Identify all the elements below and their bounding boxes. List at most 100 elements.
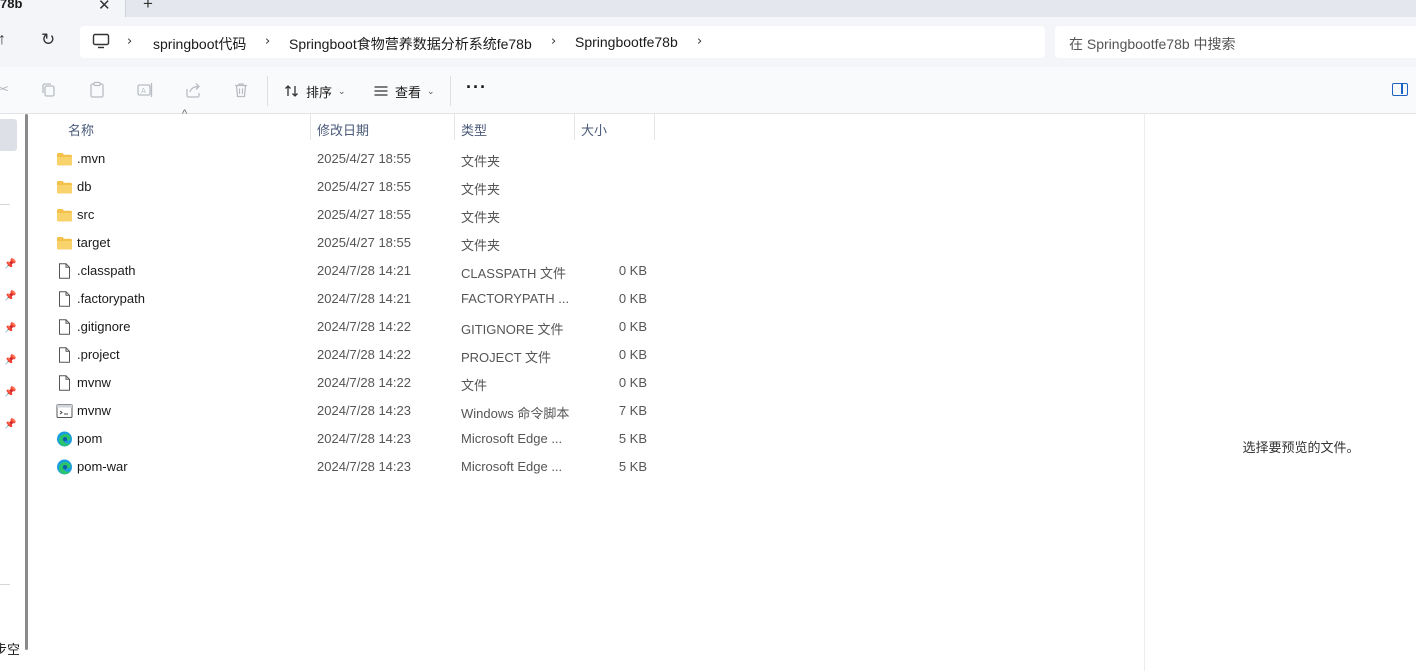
file-size: 0 KB	[618, 291, 647, 306]
breadcrumb-item-1[interactable]: Springboot食物营养数据分析系统fe78b	[289, 34, 532, 54]
command-bar: ✂ A 排序 ⌄ 查看 ⌄ ···	[0, 67, 1416, 114]
column-separator[interactable]	[574, 114, 575, 140]
breadcrumb-chevron-icon[interactable]: ›	[697, 34, 702, 49]
file-name: .project	[77, 347, 120, 362]
nav-divider	[0, 584, 10, 585]
search-placeholder: 在 Springbootfe78b 中搜索	[1069, 36, 1236, 52]
file-name: pom	[77, 431, 103, 446]
edge-html-icon	[56, 431, 73, 447]
file-size: 7 KB	[618, 403, 647, 418]
file-type: Windows 命令脚本	[461, 406, 570, 421]
paste-icon[interactable]	[88, 81, 106, 99]
column-separator[interactable]	[654, 114, 655, 140]
column-separator[interactable]	[454, 114, 455, 140]
file-size: 5 KB	[618, 459, 647, 474]
nav-item-label[interactable]: 步空	[0, 639, 20, 658]
tab-strip: 78b ✕ +	[0, 0, 1416, 17]
refresh-icon[interactable]: ↻	[41, 30, 55, 50]
file-type: CLASSPATH 文件	[461, 266, 566, 281]
toolbar-divider	[450, 76, 451, 106]
view-button[interactable]: 查看 ⌄	[373, 79, 435, 103]
file-row[interactable]: pom 2024/7/28 14:23 Microsoft Edge ... 5 KB	[52, 425, 656, 453]
cut-icon[interactable]: ✂	[0, 81, 12, 99]
file-name: .factorypath	[77, 291, 145, 306]
pin-icon[interactable]: 📌	[4, 291, 16, 302]
folder-icon	[56, 151, 73, 167]
nav-item-selected[interactable]	[0, 119, 17, 151]
file-row[interactable]: .factorypath 2024/7/28 14:21 FACTORYPATH .…	[52, 285, 656, 313]
nav-divider	[0, 204, 10, 205]
file-row[interactable]: .project 2024/7/28 14:22 PROJECT 文件 0 KB	[52, 341, 656, 369]
file-row[interactable]: .gitignore 2024/7/28 14:22 GITIGNORE 文件 0 K…	[52, 313, 656, 341]
pin-icon[interactable]: 📌	[4, 387, 16, 398]
address-row: ↑ ↻ › springboot代码 › Springboot食物营养数据分析系…	[0, 17, 1416, 67]
file-date: 2024/7/28 14:22	[317, 375, 411, 390]
pin-icon[interactable]: 📌	[4, 419, 16, 430]
file-date: 2025/4/27 18:55	[317, 151, 411, 166]
pin-icon[interactable]: 📌	[4, 323, 16, 334]
file-icon	[56, 263, 73, 279]
file-date: 2024/7/28 14:22	[317, 319, 411, 334]
file-type: Microsoft Edge ...	[461, 431, 563, 446]
file-size: 0 KB	[618, 319, 647, 334]
share-icon[interactable]	[184, 81, 202, 99]
file-icon	[56, 347, 73, 363]
search-input[interactable]: 在 Springbootfe78b 中搜索	[1055, 26, 1416, 58]
file-row[interactable]: mvnw 2024/7/28 14:23 Windows 命令脚本 7 KB	[52, 397, 656, 425]
copy-icon[interactable]	[40, 81, 58, 99]
nav-scrollbar[interactable]	[25, 114, 28, 650]
breadcrumb-chevron-icon[interactable]: ›	[551, 34, 556, 49]
breadcrumb-chevron-icon[interactable]: ›	[127, 34, 132, 49]
file-size: 0 KB	[618, 263, 647, 278]
file-icon	[56, 319, 73, 335]
more-options-button[interactable]: ···	[466, 77, 487, 98]
tab-title: 78b	[0, 0, 23, 11]
file-list: ^ 名称 修改日期 类型 大小 .mvn 2025/4/27 18:55 文件夹 db…	[36, 108, 1144, 671]
column-separator[interactable]	[310, 114, 311, 140]
file-icon	[56, 375, 73, 391]
column-header-type[interactable]: 类型	[461, 120, 487, 139]
delete-icon[interactable]	[232, 81, 250, 99]
tab-current[interactable]: 78b ✕	[0, 0, 126, 17]
close-icon[interactable]: ✕	[98, 0, 111, 14]
sort-label: 排序	[306, 84, 333, 100]
file-row[interactable]: target 2025/4/27 18:55 文件夹	[52, 229, 656, 257]
folder-icon	[56, 207, 73, 223]
pin-icon[interactable]: 📌	[4, 259, 16, 270]
file-row[interactable]: .classpath 2024/7/28 14:21 CLASSPATH 文件 0 K…	[52, 257, 656, 285]
folder-icon	[56, 179, 73, 195]
file-name: target	[77, 235, 111, 250]
breadcrumb-item-0[interactable]: springboot代码	[153, 34, 246, 54]
this-pc-icon[interactable]	[92, 33, 110, 49]
column-header-name[interactable]: 名称	[68, 120, 94, 139]
sort-button[interactable]: 排序 ⌄	[284, 79, 346, 103]
column-header-size[interactable]: 大小	[581, 120, 607, 139]
new-tab-icon[interactable]: +	[143, 0, 153, 14]
column-header-date[interactable]: 修改日期	[317, 120, 369, 139]
file-type: 文件夹	[461, 182, 501, 197]
file-type: 文件	[461, 378, 488, 393]
breadcrumb-item-2[interactable]: Springbootfe78b	[575, 34, 678, 50]
file-row[interactable]: db 2025/4/27 18:55 文件夹	[52, 173, 656, 201]
rename-icon[interactable]: A	[136, 81, 154, 99]
address-bar[interactable]: › springboot代码 › Springboot食物营养数据分析系统fe7…	[80, 26, 1045, 58]
file-row[interactable]: mvnw 2024/7/28 14:22 文件 0 KB	[52, 369, 656, 397]
file-date: 2024/7/28 14:22	[317, 347, 411, 362]
file-type: GITIGNORE 文件	[461, 322, 564, 337]
file-row[interactable]: src 2025/4/27 18:55 文件夹	[52, 201, 656, 229]
file-name: src	[77, 207, 95, 222]
file-name: .mvn	[77, 151, 106, 166]
preview-pane: 选择要预览的文件。	[1144, 114, 1416, 671]
file-row[interactable]: pom-war 2024/7/28 14:23 Microsoft Edge ...…	[52, 453, 656, 481]
pin-icon[interactable]: 📌	[4, 355, 16, 366]
file-type: PROJECT 文件	[461, 350, 552, 365]
file-row[interactable]: .mvn 2025/4/27 18:55 文件夹	[52, 145, 656, 173]
view-list-icon	[374, 86, 388, 96]
file-size: 0 KB	[618, 375, 647, 390]
toolbar-divider	[267, 76, 268, 106]
up-arrow-icon[interactable]: ↑	[0, 31, 6, 49]
details-pane-icon[interactable]	[1392, 83, 1408, 96]
file-date: 2024/7/28 14:21	[317, 263, 411, 278]
breadcrumb-chevron-icon[interactable]: ›	[265, 34, 270, 49]
view-label: 查看	[395, 84, 422, 100]
